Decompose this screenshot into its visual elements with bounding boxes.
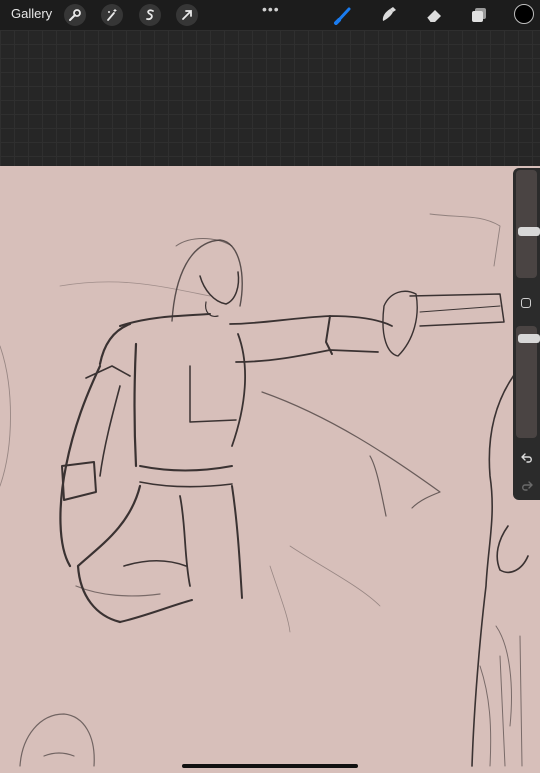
selection-button[interactable] (139, 4, 161, 26)
opacity-slider[interactable] (516, 326, 540, 438)
more-options-button[interactable]: ••• (262, 1, 280, 17)
adjustments-button[interactable] (101, 4, 123, 26)
undo-button[interactable] (519, 450, 535, 464)
drawing-canvas[interactable] (0, 166, 540, 773)
actions-button[interactable] (64, 4, 86, 26)
home-indicator (182, 764, 358, 768)
eraser-icon (424, 5, 444, 25)
transform-arrow-icon (180, 8, 194, 22)
sketch-drawing (0, 213, 531, 767)
brush-icon (333, 5, 353, 25)
workspace-background (0, 30, 540, 166)
smudge-icon (378, 5, 398, 25)
transform-button[interactable] (176, 4, 198, 26)
side-toolbar (513, 168, 540, 500)
brush-size-thumb[interactable] (518, 227, 540, 236)
color-swatch-button[interactable] (514, 4, 534, 24)
redo-icon (521, 480, 533, 491)
brush-size-slider[interactable] (516, 170, 540, 278)
eraser-button[interactable] (422, 4, 446, 26)
brush-button[interactable] (331, 4, 355, 26)
smudge-button[interactable] (376, 4, 400, 26)
layers-button[interactable] (467, 4, 491, 26)
redo-button[interactable] (519, 478, 535, 492)
top-toolbar: Gallery ••• (0, 0, 540, 30)
gallery-button[interactable]: Gallery (11, 6, 52, 21)
undo-icon (521, 452, 533, 463)
magic-wand-icon (105, 8, 119, 22)
layers-icon (469, 5, 489, 25)
selection-icon (143, 8, 157, 22)
modify-button[interactable] (521, 298, 531, 308)
wrench-icon (68, 8, 82, 22)
opacity-thumb[interactable] (518, 334, 540, 343)
